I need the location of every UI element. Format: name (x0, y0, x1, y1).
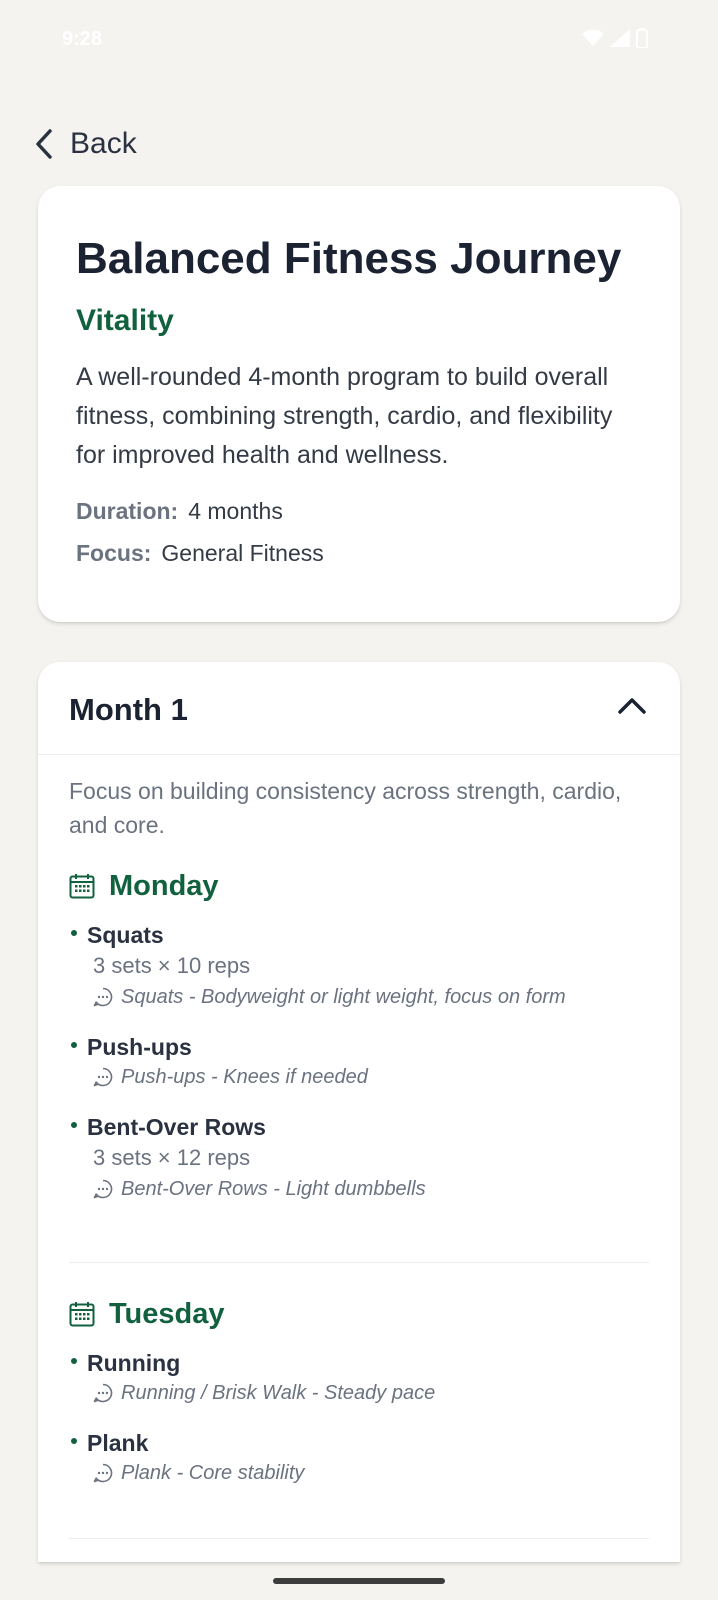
focus-value: General Fitness (161, 540, 324, 566)
program-category: Vitality (76, 304, 174, 337)
exercise-item: Squats 3 sets × 10 reps Squats - Bodywei… (69, 920, 649, 1012)
back-label: Back (70, 127, 137, 160)
bullet (71, 930, 77, 936)
program-card: Balanced Fitness Journey Vitality A well… (38, 186, 680, 622)
comment-icon (93, 987, 113, 1007)
focus-label: Focus: (76, 540, 152, 566)
exercise-name: Plank (87, 1430, 149, 1456)
exercise-name: Running (87, 1350, 181, 1376)
focus-row: Focus: General Fitness (76, 540, 324, 567)
exercise-sets: 3 sets × 12 reps (93, 1145, 251, 1170)
exercise-sets: 3 sets × 10 reps (93, 953, 251, 978)
duration-row: Duration: 4 months (76, 498, 283, 525)
exercise-item: Running Running / Brisk Walk - Steady pa… (69, 1348, 649, 1408)
back-button[interactable]: Back (34, 122, 137, 166)
exercise-name: Push-ups (87, 1034, 192, 1060)
bullet (71, 1358, 77, 1364)
month-card: Month 1 Focus on building consistency ac… (38, 662, 680, 1562)
wifi-icon (582, 29, 604, 46)
comment-icon (93, 1067, 113, 1087)
divider (69, 1538, 649, 1539)
exercise-note: Bent-Over Rows - Light dumbbells (93, 1174, 649, 1204)
exercise-note-text: Squats - Bodyweight or light weight, foc… (121, 986, 566, 1008)
exercise-item: Plank Plank - Core stability (69, 1428, 649, 1488)
status-bar: 9:28 (0, 0, 718, 80)
divider (69, 1262, 649, 1263)
program-description: A well-rounded 4-month program to build … (76, 363, 613, 469)
exercise-note-text: Push-ups - Knees if needed (121, 1066, 368, 1088)
exercise-note-text: Plank - Core stability (121, 1462, 305, 1484)
day-section-monday: Monday Squats 3 sets × 10 reps Squats - … (69, 866, 649, 1204)
day-name: Monday (109, 869, 219, 902)
exercise-note: Plank - Core stability (93, 1458, 649, 1488)
duration-label: Duration: (76, 498, 179, 524)
duration-value: 4 months (188, 498, 283, 524)
status-time: 9:28 (62, 28, 103, 50)
exercise-note-text: Bent-Over Rows - Light dumbbells (121, 1178, 426, 1200)
day-header: Monday (69, 866, 649, 906)
battery-icon (636, 28, 648, 48)
comment-icon (93, 1463, 113, 1483)
exercise-note-text: Running / Brisk Walk - Steady pace (121, 1382, 436, 1404)
month-header-toggle[interactable]: Month 1 (38, 662, 680, 755)
comment-icon (93, 1383, 113, 1403)
home-indicator[interactable] (273, 1578, 445, 1584)
cellular-icon (610, 29, 630, 47)
day-header: Tuesday (69, 1294, 649, 1334)
chevron-up-icon (618, 698, 646, 714)
exercise-name: Squats (87, 922, 164, 948)
month-description: Focus on building consistency across str… (69, 778, 622, 838)
status-icons (582, 28, 648, 48)
calendar-icon (69, 1302, 95, 1327)
program-title: Balanced Fitness Journey (76, 234, 622, 283)
exercise-note: Running / Brisk Walk - Steady pace (93, 1378, 649, 1408)
chevron-left-icon (36, 129, 52, 159)
bullet (71, 1042, 77, 1048)
bullet (71, 1122, 77, 1128)
comment-icon (93, 1179, 113, 1199)
exercise-item: Bent-Over Rows 3 sets × 12 reps Bent-Ove… (69, 1112, 649, 1204)
day-section-tuesday: Tuesday Running Running / Brisk Walk - S… (69, 1294, 649, 1488)
month-title: Month 1 (69, 692, 188, 727)
exercise-name: Bent-Over Rows (87, 1114, 266, 1140)
day-name: Tuesday (109, 1297, 225, 1330)
bullet (71, 1438, 77, 1444)
calendar-icon (69, 874, 95, 899)
exercise-note: Push-ups - Knees if needed (93, 1062, 649, 1092)
exercise-note: Squats - Bodyweight or light weight, foc… (93, 982, 649, 1012)
exercise-item: Push-ups Push-ups - Knees if needed (69, 1032, 649, 1092)
